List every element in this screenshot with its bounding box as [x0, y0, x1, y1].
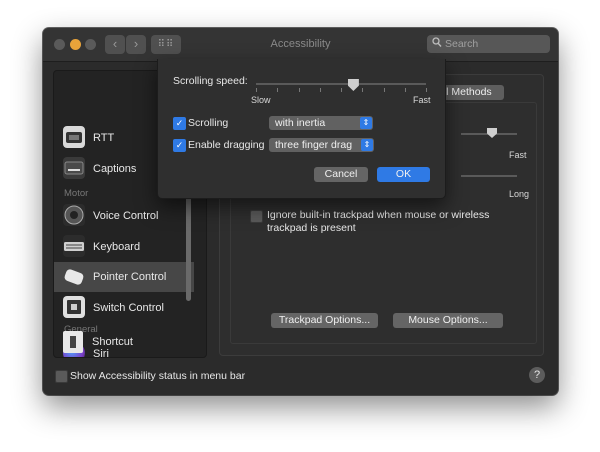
slider-tick: [383, 88, 385, 92]
trackpad-options-sheet: Scrolling speed: Slow Fast ✓ Scrolling w…: [157, 59, 446, 199]
long-label: Long: [509, 189, 530, 199]
slider-tick: [298, 88, 300, 92]
slider-tick: [256, 88, 257, 92]
double-click-speed-knob[interactable]: [487, 128, 497, 138]
sidebar-item-label: Keyboard: [93, 241, 141, 253]
dragging-mode-value: three finger drag: [275, 139, 353, 151]
ignore-trackpad-checkbox[interactable]: [250, 210, 263, 223]
ok-button[interactable]: OK: [377, 167, 430, 182]
enable-dragging-checkbox[interactable]: ✓: [173, 139, 186, 152]
search-placeholder: Search: [445, 38, 479, 50]
slider-tick: [277, 88, 279, 92]
sidebar-item-voice-control[interactable]: Voice Control: [54, 201, 194, 231]
ignore-trackpad-label-line1: Ignore built-in trackpad when mouse or w…: [267, 209, 490, 221]
slider-tick: [341, 88, 342, 92]
rtt-icon: [63, 126, 85, 148]
sidebar-item-label: RTT: [93, 132, 115, 144]
scrolling-speed-track[interactable]: [256, 83, 426, 85]
show-status-label: Show Accessibility status in menu bar: [70, 370, 246, 382]
slow-label: Slow: [251, 95, 271, 105]
search-field[interactable]: Search: [427, 35, 550, 53]
slider-tick: [362, 88, 364, 92]
scrolling-checkbox[interactable]: ✓: [173, 117, 186, 130]
scrolling-mode-value: with inertia: [275, 117, 326, 129]
sidebar-item-label: Pointer Control: [93, 271, 167, 283]
ignore-trackpad-label-line2: trackpad is present: [267, 222, 356, 234]
mouse-options-button[interactable]: Mouse Options...: [393, 313, 503, 328]
sidebar-item-switch-control[interactable]: Switch Control: [54, 293, 194, 323]
dragging-mode-select[interactable]: three finger drag ⇕: [269, 138, 374, 152]
switch-control-icon: [63, 296, 85, 318]
sidebar-item-keyboard[interactable]: Keyboard: [54, 232, 194, 262]
voice-control-icon: [63, 204, 85, 226]
enable-dragging-label: Enable dragging: [188, 139, 265, 151]
slider-tick: [426, 88, 427, 92]
sidebar-item-label: Voice Control: [93, 210, 159, 222]
slider-tick: [404, 88, 406, 92]
scrolling-label: Scrolling: [188, 117, 229, 129]
sidebar-item-label: Captions: [93, 163, 137, 175]
cancel-button[interactable]: Cancel: [314, 167, 368, 182]
pointer-control-icon: [63, 265, 85, 287]
shortcut-icon: [63, 331, 83, 353]
spring-loading-delay-track[interactable]: [461, 175, 517, 177]
keyboard-icon: [63, 235, 85, 257]
trackpad-options-button[interactable]: Trackpad Options...: [271, 313, 378, 328]
scrolling-speed-label: Scrolling speed:: [173, 75, 248, 87]
title-bar: ‹ › ⠿⠿ Accessibility Search: [43, 28, 558, 62]
captions-icon: [63, 157, 85, 179]
help-button[interactable]: ?: [529, 367, 545, 383]
search-icon: [432, 37, 442, 51]
scrolling-mode-select[interactable]: with inertia ⇕: [269, 116, 373, 130]
slider-tick: [319, 88, 321, 92]
fast-label: Fast: [509, 150, 527, 160]
sidebar-item-pointer-control[interactable]: Pointer Control: [54, 262, 194, 292]
sidebar-item-label: Shortcut: [92, 336, 133, 348]
scrolling-speed-knob[interactable]: [347, 79, 359, 91]
sidebar-item-shortcut[interactable]: Shortcut: [53, 327, 193, 357]
chevron-updown-icon: ⇕: [361, 139, 373, 151]
section-header-motor: Motor: [64, 188, 89, 199]
chevron-updown-icon: ⇕: [360, 117, 372, 129]
fast-label: Fast: [413, 95, 431, 105]
show-status-checkbox[interactable]: [55, 370, 68, 383]
sidebar-item-label: Switch Control: [93, 302, 164, 314]
